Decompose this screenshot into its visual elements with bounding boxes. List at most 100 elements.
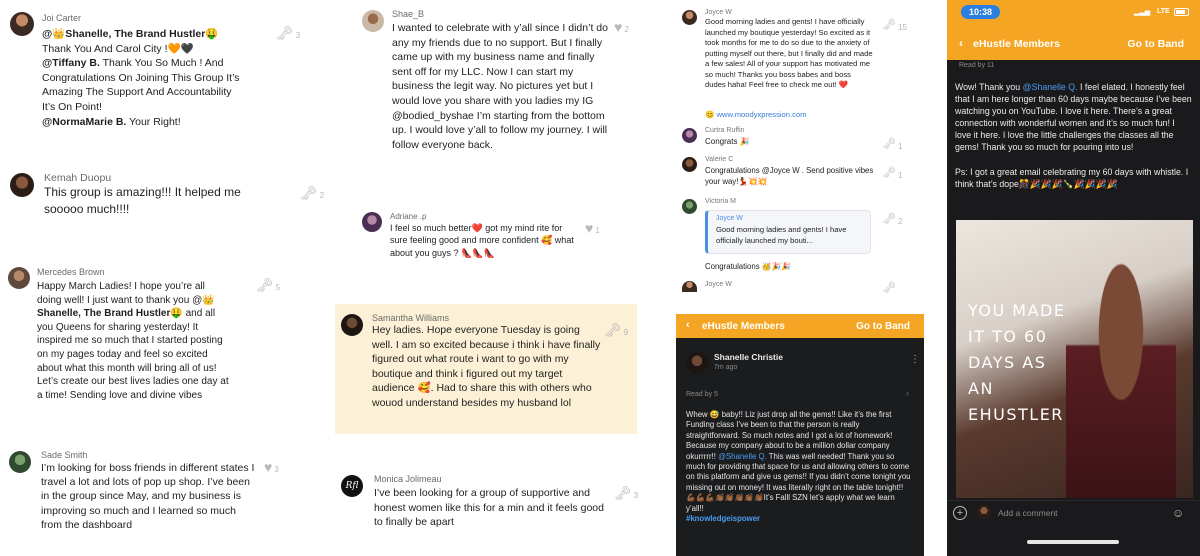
mention[interactable]: @👑Shanelle, The Brand Hustler🤑 — [42, 28, 218, 40]
post-body: I’ve been looking for a group of support… — [374, 487, 604, 529]
reaction-button[interactable]: 🗝 2 — [300, 186, 324, 200]
website-link[interactable]: 😊 www.moodyxpression.com — [705, 109, 806, 121]
avatar[interactable]: Rfl — [341, 475, 363, 497]
post-text: I feel elated. I honestly feel that I am… — [955, 82, 1192, 153]
reaction-count: 1 — [897, 171, 903, 180]
like-button[interactable]: ♥ 3 — [264, 460, 279, 474]
author-name[interactable]: Curtra Ruffin — [705, 127, 745, 134]
comment-body: Congratulations 🥳🎉🎉 — [705, 262, 791, 271]
read-by[interactable]: Read by 11 — [959, 62, 994, 69]
author-name[interactable]: Monica Jolimeau — [374, 474, 442, 484]
reaction-count: 2 — [624, 25, 629, 34]
mention[interactable]: @Tiffany B. — [42, 57, 100, 69]
reaction-button[interactable]: 🗝 — [882, 281, 896, 295]
reaction-button[interactable]: 🗝 5 — [256, 278, 280, 292]
reaction-count: 3 — [274, 465, 279, 474]
reaction-button[interactable]: 🗝 1 — [882, 166, 902, 180]
quoted-text: Good morning ladies and gents! I have of… — [716, 225, 847, 245]
go-to-band-button[interactable]: Go to Band — [1127, 38, 1184, 50]
reaction-icon: 🗝 — [882, 213, 896, 225]
reaction-button[interactable]: 🗝 2 — [882, 212, 902, 226]
band-post-panel: ‹ eHustle Members Go to Band Shanelle Ch… — [676, 314, 924, 556]
post-line: you Queens for sharing yesterday! It — [37, 321, 199, 333]
post-line: Amazing The Support And Accountability — [42, 86, 232, 99]
reaction-count: 1 — [897, 142, 903, 151]
post-body: This group is amazing!!! It helped me so… — [44, 185, 241, 216]
author-name[interactable]: Joi Carter — [42, 13, 81, 23]
reaction-button[interactable]: 🗝 9 — [604, 323, 628, 337]
hashtag[interactable]: #knowledgeispower — [686, 514, 914, 524]
reaction-icon: 🗝 — [882, 167, 896, 179]
avatar[interactable] — [682, 281, 697, 292]
band-title: eHustle Members — [973, 38, 1060, 50]
author-name[interactable]: Sade Smith — [41, 450, 88, 460]
mention[interactable]: @Shanelle Q. — [1023, 82, 1078, 92]
quoted-comment[interactable]: Joyce W Good morning ladies and gents! I… — [705, 210, 871, 254]
avatar[interactable] — [682, 157, 697, 172]
reaction-button[interactable]: 🗝 15 — [882, 18, 907, 32]
post-body: Wow! Thank you @Shanelle Q. I feel elate… — [955, 81, 1193, 190]
author-name[interactable]: Joyce W — [705, 9, 732, 16]
avatar[interactable] — [10, 173, 34, 197]
author-name[interactable]: Victoria M — [705, 198, 736, 205]
mention[interactable]: Shanelle, The Brand Hustler🤑 — [37, 308, 183, 319]
comment-body: Congrats 🎉 — [705, 137, 750, 146]
post-line: doing well! I just want to thank you @👑 — [37, 294, 215, 306]
emoji-icon[interactable]: ☺ — [1172, 506, 1184, 520]
reaction-button[interactable]: 🗝 1 — [882, 137, 902, 151]
post-body: Hey ladies. Hope everyone Tuesday is goi… — [372, 324, 601, 409]
author-name[interactable]: Kemah Duopu — [44, 172, 111, 184]
like-button[interactable]: ♥ 2 — [614, 20, 629, 34]
post-text: Wow! Thank you — [955, 82, 1023, 92]
avatar[interactable] — [682, 199, 697, 214]
reaction-count: 15 — [897, 23, 907, 32]
like-button[interactable]: ♥ 1 — [585, 221, 600, 235]
back-chevron-icon[interactable]: ‹ — [959, 36, 963, 50]
reaction-button[interactable]: 🗝 3 — [276, 26, 300, 40]
post-line: Thank You So Much ! And — [99, 57, 224, 70]
post-line: Your Right! — [126, 115, 181, 128]
more-options-icon[interactable]: ⋮ — [910, 354, 920, 365]
mention[interactable]: @NormaMarie B. — [42, 116, 126, 128]
post-line: Congratulations On Joining This Group It… — [42, 71, 240, 84]
reaction-icon: 🗝 — [882, 138, 896, 150]
comment-input[interactable]: Add a comment — [998, 508, 1058, 518]
author-name[interactable]: Samantha Williams — [372, 313, 449, 323]
author-name[interactable]: Valerie C — [705, 156, 733, 163]
author-name[interactable]: Shanelle Christie — [714, 352, 783, 362]
author-name[interactable]: Adriane .p — [390, 212, 426, 221]
avatar[interactable] — [682, 10, 697, 25]
go-to-band-button[interactable]: Go to Band — [856, 321, 910, 332]
avatar[interactable] — [362, 212, 382, 232]
avatar[interactable] — [341, 314, 363, 336]
avatar[interactable] — [10, 12, 34, 36]
reaction-icon: 🗝 — [604, 322, 622, 338]
mention[interactable]: @Shanelle Q. — [718, 452, 767, 461]
add-icon[interactable]: + — [953, 506, 967, 520]
chevron-right-icon[interactable]: › — [906, 388, 909, 398]
post-image[interactable]: YOU MADE IT TO 60 DAYS AS AN EHUSTLER — [956, 220, 1193, 498]
status-bar: 10:38 ▂▃▅ LTE — [947, 0, 1200, 26]
reaction-count: 5 — [275, 283, 281, 292]
post-line: It’s On Point! — [42, 100, 102, 113]
author-name[interactable]: Joyce W — [705, 281, 732, 288]
author-name[interactable]: Shae_B — [392, 9, 424, 19]
avatar[interactable] — [9, 451, 31, 473]
reaction-count: 2 — [897, 217, 903, 226]
band-title: eHustle Members — [702, 321, 785, 332]
back-chevron-icon[interactable]: ‹ — [686, 319, 690, 331]
network-label: LTE — [1157, 8, 1170, 15]
avatar[interactable] — [686, 352, 708, 374]
avatar[interactable] — [682, 128, 697, 143]
read-by[interactable]: Read by 5 — [686, 391, 718, 398]
avatar[interactable] — [8, 267, 30, 289]
post-body: I wanted to celebrate with y’all since I… — [392, 22, 608, 151]
post-body: I feel so much better❤️ got my mind rite… — [390, 223, 574, 258]
post-line: about what this month will bring all of … — [37, 362, 217, 374]
author-name[interactable]: Mercedes Brown — [37, 267, 105, 277]
reaction-icon: 🗝 — [256, 277, 274, 293]
post-line: a time! Sending love and divine vibes — [37, 389, 203, 401]
reaction-button[interactable]: 🗝 3 — [614, 486, 638, 500]
avatar[interactable] — [362, 10, 384, 32]
photo-subject — [1066, 260, 1176, 498]
